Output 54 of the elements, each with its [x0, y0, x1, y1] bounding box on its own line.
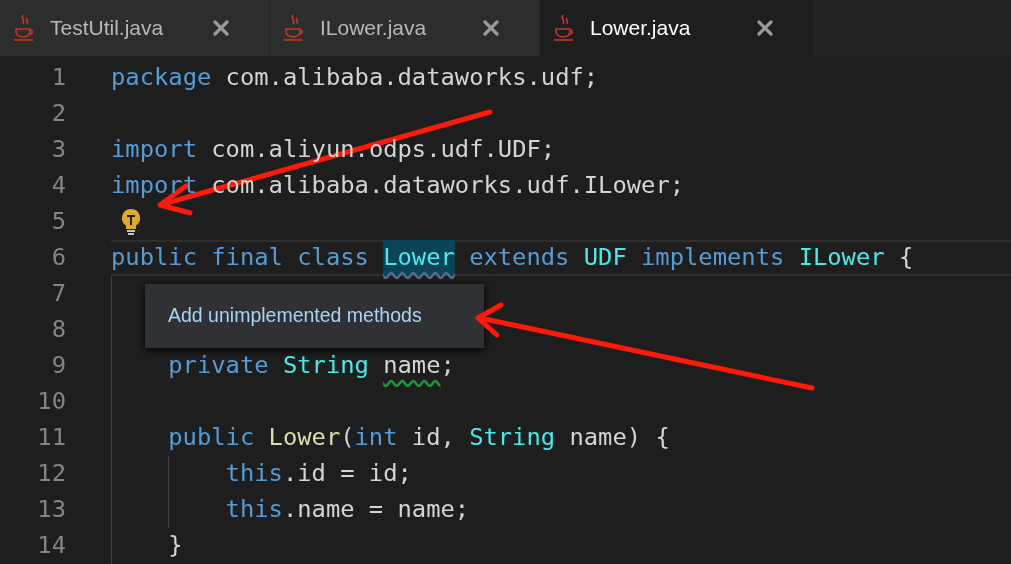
lightbulb-icon[interactable]: [120, 208, 142, 236]
code-token: name) {: [569, 422, 670, 454]
code-token: implements: [641, 242, 785, 274]
code-token: int: [354, 422, 398, 454]
code-token: }: [168, 530, 183, 562]
line-number: 4: [50, 170, 66, 202]
line-number: 7: [50, 278, 66, 310]
line-number: 3: [50, 134, 66, 166]
code-token: String: [469, 422, 556, 454]
code-token: package: [111, 62, 212, 94]
line-number: 12: [36, 458, 66, 490]
coffee-cup-icon: [282, 13, 306, 43]
code-token: {: [898, 242, 914, 274]
code-token: name: [383, 350, 441, 382]
code-token: ;: [440, 350, 455, 382]
code-token: this: [225, 458, 283, 490]
coffee-cup-icon: [12, 13, 36, 43]
line-number: 14: [36, 530, 66, 562]
code-token: import: [111, 134, 197, 166]
code-token: (: [340, 422, 355, 454]
code-token: UDF: [583, 242, 627, 274]
close-icon[interactable]: [483, 20, 499, 36]
line-number: 1: [50, 62, 66, 94]
code-token: Lower: [268, 422, 341, 454]
line-number: 5: [50, 206, 66, 238]
code-token: .name = name;: [282, 494, 470, 526]
quick-fix-menu-item[interactable]: Add unimplemented methods: [145, 284, 484, 348]
code-token: import: [111, 170, 197, 202]
code-token: String: [282, 350, 369, 382]
code-token: private: [168, 350, 269, 382]
coffee-cup-icon: [552, 13, 576, 43]
code-token: id,: [411, 422, 455, 454]
file-tab[interactable]: ILower.java: [270, 0, 540, 56]
code-token: ILower: [798, 242, 885, 274]
line-number: 2: [50, 98, 66, 130]
code-token: .id = id;: [282, 458, 412, 490]
code-token: Lower: [383, 240, 455, 276]
code-token: extends: [469, 242, 570, 274]
code-token: com.alibaba.dataworks.udf;: [225, 62, 599, 94]
close-icon[interactable]: [213, 20, 229, 36]
code-token: this: [225, 494, 283, 526]
file-tab[interactable]: Lower.java: [540, 0, 814, 56]
line-number: 11: [36, 422, 66, 454]
line-number: 9: [50, 350, 66, 382]
line-number: 8: [50, 314, 66, 346]
line-number: 10: [36, 386, 66, 418]
close-icon[interactable]: [757, 20, 773, 36]
code-token: public: [111, 242, 197, 274]
code-token: public: [168, 422, 255, 454]
code-token: class: [297, 242, 369, 274]
file-tab[interactable]: TestUtil.java: [0, 0, 270, 56]
code-token: final: [211, 242, 283, 274]
line-number: 13: [36, 494, 66, 526]
line-number: 6: [50, 242, 66, 274]
